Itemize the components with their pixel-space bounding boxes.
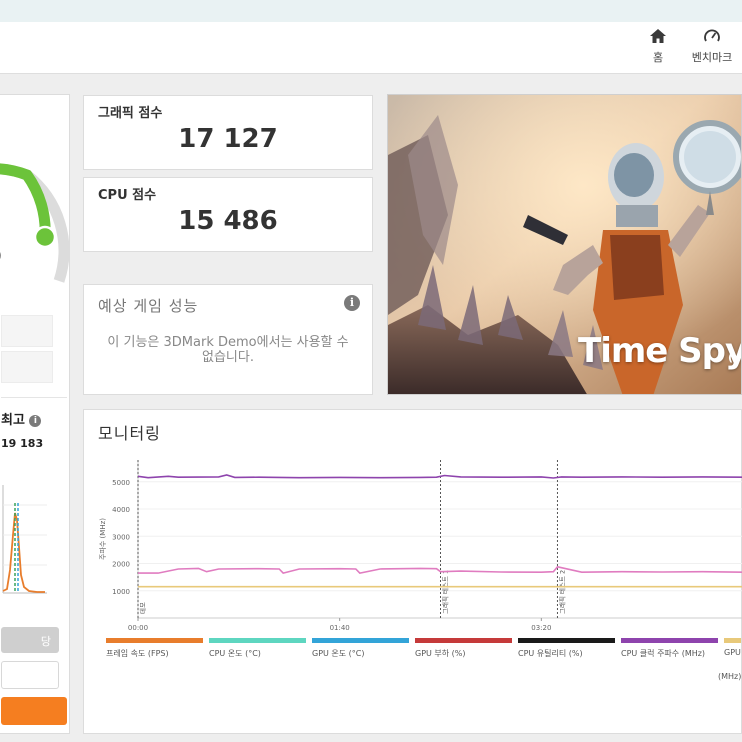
- distribution-curve: [2, 512, 45, 593]
- legend-label[interactable]: 프레임 속도 (FPS): [106, 648, 169, 659]
- cpu-score-value: 15 486: [178, 206, 278, 236]
- top-strip: [0, 0, 742, 22]
- benchmark-hero-image: Time Spy (v1: [387, 94, 742, 395]
- legend-swatch[interactable]: [312, 638, 409, 643]
- estimated-title: 예상 게임 성능: [98, 297, 199, 315]
- legend-unit-overflow: (MHz): [718, 672, 742, 681]
- y-tick-label: 2000: [112, 561, 130, 569]
- x-tick-label: 01:40: [330, 624, 350, 632]
- estimated-message: 이 기능은 3DMark Demo에서는 사용할 수 없습니다.: [107, 335, 349, 365]
- score-gauge: [0, 163, 70, 283]
- best-score-label: 최고 i: [1, 409, 42, 428]
- y-tick-label: 3000: [112, 533, 130, 541]
- legend-swatch[interactable]: [106, 638, 203, 643]
- benchmark-title: Time Spy: [578, 331, 742, 371]
- legend-swatch[interactable]: [209, 638, 306, 643]
- nav-benchmark[interactable]: 벤치마크: [682, 26, 742, 65]
- info-icon[interactable]: i: [29, 415, 42, 427]
- score-panel: 최고 i 19 183 당: [0, 94, 70, 734]
- best-label-text: 최고: [1, 413, 25, 428]
- phase-marker-label: 그래픽 테스트 2: [557, 570, 566, 614]
- monitoring-card: 모니터링 1000 2000 3000 4000 5000 주파수 (MHz) 00:00 0…: [83, 409, 742, 734]
- legend-swatch[interactable]: [518, 638, 615, 643]
- legend-label[interactable]: GPU 부하 (%): [415, 648, 466, 659]
- gauge-icon: [704, 29, 720, 42]
- y-axis-label: 주파수 (MHz): [98, 518, 107, 560]
- legend-label[interactable]: GPU 0: [724, 648, 742, 657]
- gauge-knob: [33, 225, 57, 249]
- legend-label[interactable]: CPU 온도 (°C): [209, 648, 261, 659]
- y-tick-label: 1000: [112, 588, 130, 596]
- x-tick-label: 03:20: [531, 624, 551, 632]
- score-detail-row: [1, 315, 53, 347]
- cpu-score-card: CPU 점수 15 486: [83, 177, 373, 252]
- home-icon: [650, 29, 666, 43]
- gray-button[interactable]: 당: [1, 627, 59, 653]
- nav-home[interactable]: 홈: [628, 26, 688, 65]
- legend-label[interactable]: CPU 클럭 주파수 (MHz): [621, 648, 705, 659]
- phase-marker-label: 데모: [139, 602, 147, 614]
- legend-label[interactable]: GPU 온도 (°C): [312, 648, 365, 659]
- info-icon[interactable]: i: [344, 295, 360, 311]
- score-distribution-chart: [2, 485, 47, 594]
- legend-swatch[interactable]: [724, 638, 741, 643]
- score-detail-row: [1, 351, 53, 383]
- estimated-game-performance-card: 예상 게임 성능 i 이 기능은 3DMark Demo에서는 사용할 수 없습…: [83, 284, 373, 395]
- x-tick-label: 00:00: [128, 624, 148, 632]
- divider: [1, 397, 67, 398]
- legend-swatch[interactable]: [415, 638, 512, 643]
- app-header: 홈 벤치마크: [0, 22, 742, 74]
- y-tick-label: 4000: [112, 506, 130, 514]
- cpu-score-label: CPU 점수: [98, 188, 157, 203]
- nav-home-label: 홈: [652, 51, 664, 64]
- orange-action-button[interactable]: [1, 697, 67, 725]
- nav-benchmark-label: 벤치마크: [691, 51, 733, 64]
- benchmark-version: (v1: [728, 351, 741, 364]
- monitoring-chart: 1000 2000 3000 4000 5000 주파수 (MHz) 00:00 01:40 0…: [98, 460, 742, 632]
- monitoring-title: 모니터링: [98, 424, 161, 443]
- text-input[interactable]: [1, 661, 59, 689]
- phase-marker-label: 그래픽 테스트 1: [441, 570, 450, 614]
- legend-label[interactable]: CPU 유틸리티 (%): [518, 648, 583, 659]
- graphics-score-card: 그래픽 점수 17 127: [83, 95, 373, 170]
- graphics-score-label: 그래픽 점수: [98, 106, 163, 121]
- graphics-score-value: 17 127: [178, 124, 278, 154]
- y-tick-label: 5000: [112, 479, 130, 487]
- legend-swatch[interactable]: [621, 638, 718, 643]
- best-score-value: 19 183: [1, 437, 44, 450]
